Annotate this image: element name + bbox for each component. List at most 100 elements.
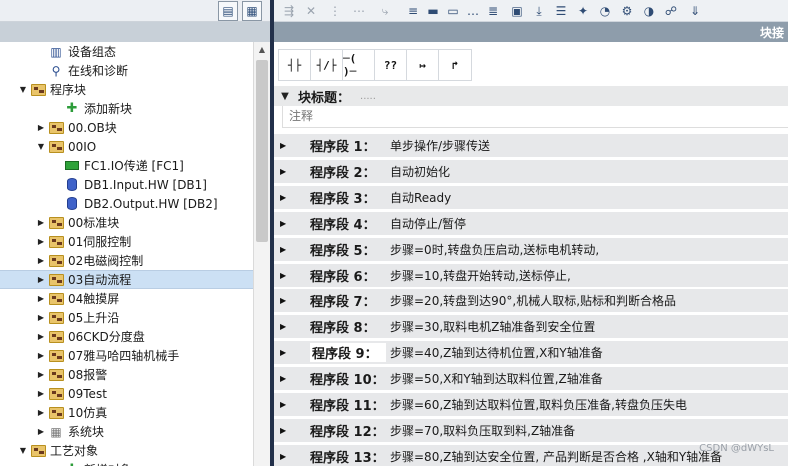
block-comment-field[interactable]: 注释 (282, 106, 788, 128)
chevron-right-icon[interactable]: ▶ (280, 296, 290, 305)
tree-item[interactable]: ▶ 02电磁阀控制 (0, 251, 253, 270)
tree-item[interactable]: DB1.Input.HW [DB1] (0, 175, 253, 194)
chevron-down-icon[interactable]: ▼ (278, 91, 292, 102)
add-row-icon[interactable]: ⋯ (350, 2, 368, 20)
network-collapse-icon[interactable]: ▭ (444, 2, 462, 20)
scroll-thumb[interactable] (256, 60, 268, 242)
breakpoint-icon[interactable]: ◔ (596, 2, 614, 20)
network-title[interactable]: 单步操作/步骤传送 (390, 137, 490, 154)
close-branch-button[interactable]: ↱ (439, 50, 471, 80)
network-row[interactable]: ▶ 程序段 4： 自动停止/暂停 (274, 212, 788, 235)
insert-network-icon[interactable]: ⇶ (280, 2, 298, 20)
tree-item[interactable]: ▼ 00IO (0, 137, 253, 156)
network-title[interactable]: 步骤=80,Z轴到达安全位置, 产品判断是否合格 ,X轴和Y轴准备 (390, 448, 722, 465)
tree-item[interactable]: ▶ 01伺服控制 (0, 232, 253, 251)
align-left-icon[interactable]: ≡ (404, 2, 422, 20)
go-online-icon[interactable]: ⇓ (686, 2, 704, 20)
network-row[interactable]: ▶ 程序段 3： 自动Ready (274, 186, 788, 209)
no-contact-button[interactable]: ┤├ (279, 50, 311, 80)
open-branch-button[interactable]: ↦ (407, 50, 439, 80)
network-row[interactable]: ▶ 程序段 6： 步骤=10,转盘开始转动,送标停止, (274, 264, 788, 287)
network-title[interactable]: 步骤=20,转盘到达90°,机械人取标,贴标和判断合格品 (390, 292, 676, 309)
tree-item[interactable]: DB2.Output.HW [DB2] (0, 194, 253, 213)
symbol-info-icon[interactable]: ▣ (508, 2, 526, 20)
chevron-right-icon[interactable]: ▶ (36, 313, 46, 322)
chevron-down-icon[interactable]: ▼ (18, 446, 28, 455)
monitoring-on-icon[interactable]: ☍ (662, 2, 680, 20)
network-row[interactable]: ▶ 程序段 12： 步骤=70,取料负压取到料,Z轴准备 (274, 419, 788, 442)
network-row[interactable]: ▶ 程序段 9： 步骤=40,Z轴到达待机位置,X和Y轴准备 (274, 341, 788, 364)
coil-button[interactable]: ─( )─ (343, 50, 375, 80)
tree-item[interactable]: FC1.IO传递 [FC1] (0, 156, 253, 175)
download-icon[interactable]: ⤓ (530, 2, 548, 20)
network-title[interactable]: 步骤=70,取料负压取到料,Z轴准备 (390, 422, 575, 439)
chevron-right-icon[interactable]: ▶ (280, 141, 290, 150)
chevron-right-icon[interactable]: ▶ (36, 218, 46, 227)
tree-item[interactable]: ✚ 添加新块 (0, 99, 253, 118)
block-title-row[interactable]: ▼ 块标题： ..... (274, 86, 788, 106)
tree-scrollbar[interactable]: ▲ (253, 42, 270, 466)
tree-item[interactable]: ▼ 工艺对象 (0, 441, 253, 460)
chevron-down-icon[interactable]: ▼ (36, 142, 46, 151)
chevron-right-icon[interactable]: ▶ (280, 426, 290, 435)
tree-detail-icon[interactable]: ▦ (242, 1, 262, 21)
network-title[interactable]: 自动初始化 (390, 163, 450, 180)
tree-item[interactable]: ▶ 05上升沿 (0, 308, 253, 327)
tree-item[interactable]: ▶ ▦ 系统块 (0, 422, 253, 441)
call-environment-icon[interactable]: ⚙ (618, 2, 636, 20)
tree-item[interactable]: ▼ 程序块 (0, 80, 253, 99)
tree-item[interactable]: ⚲ 在线和诊断 (0, 61, 253, 80)
chevron-right-icon[interactable]: ▶ (280, 245, 290, 254)
chevron-right-icon[interactable]: ▶ (36, 123, 46, 132)
snapshot-icon[interactable]: ◑ (640, 2, 658, 20)
network-row[interactable]: ▶ 程序段 11： 步骤=60,Z轴到达取料位置,取料负压准备,转盘负压失电 (274, 393, 788, 416)
tree-item[interactable]: ▶ 10仿真 (0, 403, 253, 422)
branch-icon[interactable]: ⤷ (376, 2, 394, 20)
chevron-right-icon[interactable]: ▶ (280, 271, 290, 280)
tree-item[interactable]: ▶ 09Test (0, 384, 253, 403)
chevron-right-icon[interactable]: ▶ (36, 389, 46, 398)
chevron-right-icon[interactable]: ▶ (36, 427, 46, 436)
chevron-right-icon[interactable]: ▶ (36, 237, 46, 246)
network-row[interactable]: ▶ 程序段 8： 步骤=30,取料电机Z轴准备到安全位置 (274, 315, 788, 338)
chevron-right-icon[interactable]: ▶ (36, 256, 46, 265)
delete-network-icon[interactable]: ✕ (302, 2, 320, 20)
network-title[interactable]: 步骤=60,Z轴到达取料位置,取料负压准备,转盘负压失电 (390, 396, 687, 413)
tree-item[interactable]: ▶ 06CKD分度盘 (0, 327, 253, 346)
insert-row-icon[interactable]: ⋮ (326, 2, 344, 20)
chevron-right-icon[interactable]: ▶ (36, 294, 46, 303)
scroll-up-icon[interactable]: ▲ (254, 42, 270, 58)
tree-item[interactable]: ✚ 新增对象 (0, 460, 253, 466)
comment-icon[interactable]: … (464, 2, 482, 20)
chevron-right-icon[interactable]: ▶ (280, 452, 290, 461)
chevron-right-icon[interactable]: ▶ (36, 351, 46, 360)
empty-box-button[interactable]: ?? (375, 50, 407, 80)
monitor-icon[interactable]: ☰ (552, 2, 570, 20)
tree-item[interactable]: ▶ 00.OB块 (0, 118, 253, 137)
nc-contact-button[interactable]: ┤/├ (311, 50, 343, 80)
network-row[interactable]: ▶ 程序段 5： 步骤=0时,转盘负压启动,送标电机转动, (274, 238, 788, 261)
chevron-right-icon[interactable]: ▶ (36, 370, 46, 379)
tree-item[interactable]: ▶ 03自动流程 (0, 270, 253, 289)
tree-item[interactable]: ▶ 04触摸屏 (0, 289, 253, 308)
chevron-right-icon[interactable]: ▶ (36, 408, 46, 417)
network-title[interactable]: 步骤=40,Z轴到达待机位置,X和Y轴准备 (390, 344, 603, 361)
chevron-right-icon[interactable]: ▶ (280, 374, 290, 383)
chevron-right-icon[interactable]: ▶ (36, 275, 46, 284)
network-title[interactable]: 步骤=10,转盘开始转动,送标停止, (390, 267, 571, 284)
network-row[interactable]: ▶ 程序段 1： 单步操作/步骤传送 (274, 134, 788, 157)
network-title[interactable]: 步骤=0时,转盘负压启动,送标电机转动, (390, 241, 599, 258)
chevron-right-icon[interactable]: ▶ (280, 322, 290, 331)
chevron-right-icon[interactable]: ▶ (280, 400, 290, 409)
tree-item[interactable]: ▶ 07雅马哈四轴机械手 (0, 346, 253, 365)
network-row[interactable]: ▶ 程序段 2： 自动初始化 (274, 160, 788, 183)
absolute-address-icon[interactable]: ≣ (484, 2, 502, 20)
chevron-right-icon[interactable]: ▶ (36, 332, 46, 341)
tree-view-icon[interactable]: ▤ (218, 1, 238, 21)
network-title[interactable]: 步骤=30,取料电机Z轴准备到安全位置 (390, 318, 595, 335)
favorites-icon[interactable]: ✦ (574, 2, 592, 20)
tree-item[interactable]: ▶ 00标准块 (0, 213, 253, 232)
chevron-right-icon[interactable]: ▶ (280, 219, 290, 228)
chevron-right-icon[interactable]: ▶ (280, 348, 290, 357)
network-row[interactable]: ▶ 程序段 7： 步骤=20,转盘到达90°,机械人取标,贴标和判断合格品 (274, 289, 788, 312)
